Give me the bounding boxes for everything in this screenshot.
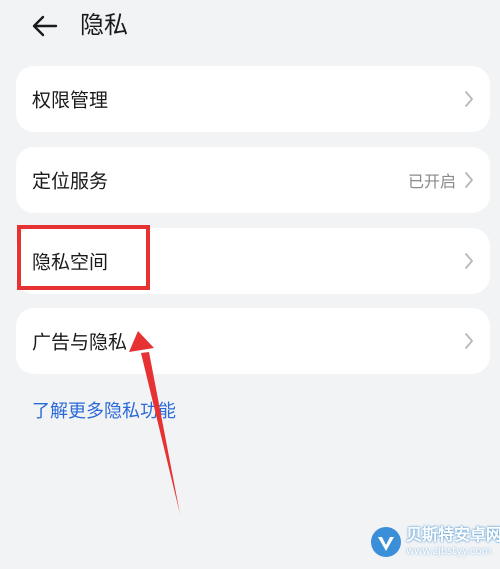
settings-item-label: 广告与隐私: [32, 331, 128, 354]
chevron-right-icon: [465, 91, 473, 107]
chevron-right-icon: [465, 333, 473, 349]
watermark-name: 贝斯特安卓网: [406, 525, 500, 544]
header: 隐私: [0, 0, 500, 50]
arrow-left-icon: [32, 15, 58, 37]
learn-more-privacy-link[interactable]: 了解更多隐私功能: [32, 398, 176, 426]
settings-item-label: 定位服务: [32, 170, 109, 193]
page-title: 隐私: [80, 11, 128, 39]
site-logo-icon: [371, 527, 401, 557]
settings-item-label: 权限管理: [32, 89, 109, 112]
back-button[interactable]: [28, 8, 64, 44]
settings-item-permission-management[interactable]: 权限管理: [16, 66, 490, 132]
chevron-right-icon: [465, 172, 473, 188]
settings-item-ads-and-privacy[interactable]: 广告与隐私: [16, 308, 490, 374]
settings-item-private-space[interactable]: 隐私空间: [16, 228, 490, 294]
watermark-url: www.zjbstyy.com: [406, 546, 492, 557]
settings-item-location-service[interactable]: 定位服务 已开启: [16, 147, 490, 213]
location-status-value: 已开启: [407, 172, 456, 191]
settings-item-label: 隐私空间: [32, 251, 109, 274]
watermark: 贝斯特安卓网 www.zjbstyy.com: [364, 522, 500, 566]
chevron-right-icon: [465, 253, 473, 269]
